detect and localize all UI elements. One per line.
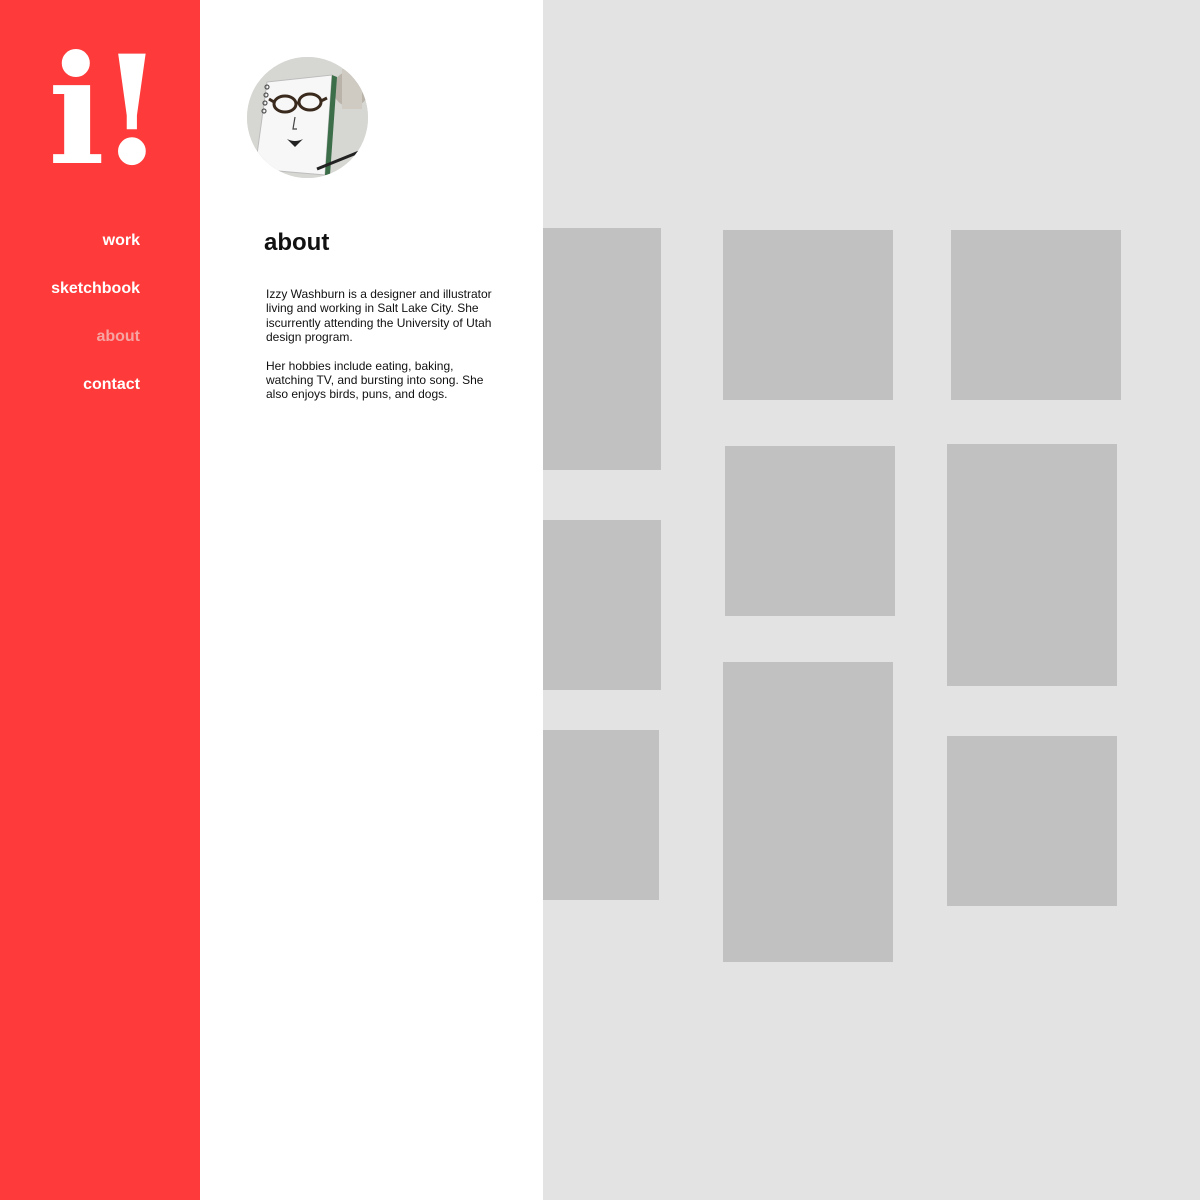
bio-paragraph: Her hobbies include eating, baking, watc… [266,358,484,402]
gallery-tile[interactable] [543,730,659,900]
logo[interactable]: i! [48,36,165,186]
page-title: about [264,229,330,256]
profile-photo [247,57,368,178]
nav-item-contact[interactable]: contact [51,372,140,420]
sidebar: i! work sketchbook about contact [0,0,200,1200]
gallery-tile[interactable] [947,736,1117,906]
main-nav: work sketchbook about contact [51,228,140,420]
gallery-tile[interactable] [951,230,1121,400]
nav-item-about[interactable]: about [51,324,140,372]
gallery-tile[interactable] [725,446,895,616]
nav-item-sketchbook[interactable]: sketchbook [51,276,140,324]
about-panel: about Izzy Washburn is a designer and il… [200,0,543,1200]
nav-item-work[interactable]: work [51,228,140,276]
gallery-tile[interactable] [723,230,893,400]
bio-text: Izzy Washburn is a designer and illustra… [266,287,496,416]
gallery-tile[interactable] [543,520,661,690]
gallery-tile[interactable] [543,228,661,470]
bio-paragraph: Izzy Washburn is a designer and illustra… [266,287,492,345]
gallery-tile[interactable] [723,662,893,962]
gallery-tile[interactable] [947,444,1117,686]
profile-photo-illustration [247,57,368,178]
